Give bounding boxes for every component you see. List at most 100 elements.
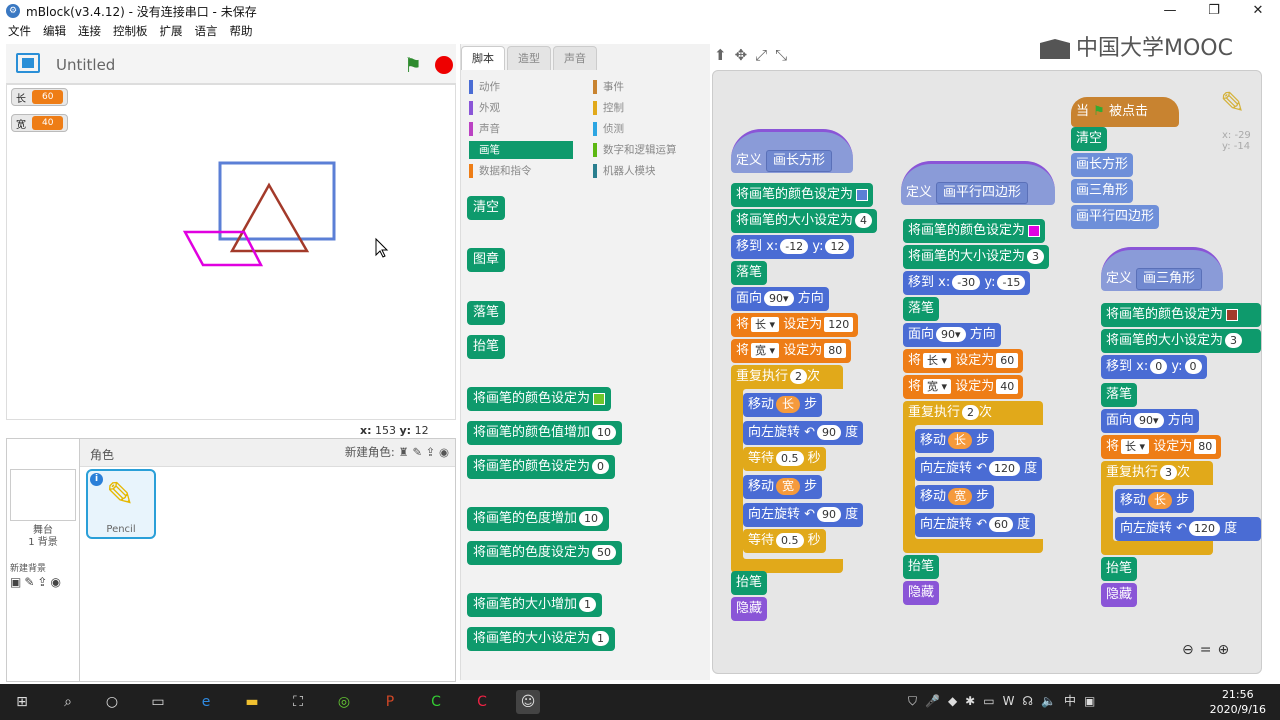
rect-goto[interactable]: 移到 x: -12 y: 12 <box>731 235 855 259</box>
palette-block-set-shade[interactable]: 将画笔的色度设定为 50 <box>467 541 623 565</box>
para-set-width[interactable]: 将宽 ▾ 设定为 40 <box>903 375 1024 399</box>
zoom-reset-icon[interactable]: = <box>1200 642 1218 658</box>
main-call-parallelogram[interactable]: 画平行四边形 <box>1071 205 1160 229</box>
tri-pen-up[interactable]: 抬笔 <box>1101 557 1138 581</box>
zoom-in-icon[interactable]: ⊕ <box>1217 642 1235 658</box>
rect-pen-down[interactable]: 落笔 <box>731 261 768 285</box>
palette-block-change-color[interactable]: 将画笔的颜色值增加 10 <box>467 421 623 445</box>
main-call-rectangle[interactable]: 画长方形 <box>1071 153 1134 177</box>
menu-connect[interactable]: 连接 <box>78 23 101 39</box>
para-hide[interactable]: 隐藏 <box>903 581 940 605</box>
sprite-card-pencil[interactable]: i ✎ Pencil <box>86 469 156 539</box>
define-triangle-block[interactable]: 定义 画三角形 <box>1101 247 1223 291</box>
para-point-direction[interactable]: 面向 90▾ 方向 <box>903 323 1001 347</box>
browser-icon[interactable]: ◎ <box>332 690 356 714</box>
cortana-icon[interactable]: ○ <box>100 690 124 714</box>
rect-pen-up[interactable]: 抬笔 <box>731 571 768 595</box>
tri-set-size[interactable]: 将画笔的大小设定为 3 <box>1101 329 1261 353</box>
edge-icon[interactable]: e <box>194 690 218 714</box>
main-call-triangle[interactable]: 画三角形 <box>1071 179 1134 203</box>
powerpoint-icon[interactable]: P <box>378 690 402 714</box>
zoom-controls[interactable]: ⊖=⊕ <box>1182 642 1235 658</box>
category-data[interactable]: 数据和指令 <box>469 162 573 180</box>
project-title[interactable]: Untitled <box>56 56 115 74</box>
rect-hide[interactable]: 隐藏 <box>731 597 768 621</box>
palette-block-change-shade[interactable]: 将画笔的色度增加 10 <box>467 507 610 531</box>
task-view-icon[interactable]: ▭ <box>146 690 170 714</box>
para-move-length[interactable]: 移动长 步 <box>915 429 995 453</box>
rect-set-color[interactable]: 将画笔的颜色设定为 <box>731 183 874 207</box>
script-area[interactable]: 定义 画长方形 将画笔的颜色设定为 将画笔的大小设定为 4 移到 x: -12 y: 1… <box>712 70 1262 674</box>
rect-wait-1[interactable]: 等待 0.5 秒 <box>743 447 826 471</box>
category-pen[interactable]: 画笔 <box>469 141 573 159</box>
rect-set-size[interactable]: 将画笔的大小设定为 4 <box>731 209 878 233</box>
para-set-size[interactable]: 将画笔的大小设定为 3 <box>903 245 1050 269</box>
menu-extensions[interactable]: 扩展 <box>160 23 183 39</box>
recorder-icon[interactable]: C <box>470 690 494 714</box>
menu-board[interactable]: 控制板 <box>113 23 148 39</box>
search-icon[interactable]: ⌕ <box>56 690 80 714</box>
para-move-width[interactable]: 移动宽 步 <box>915 485 995 509</box>
category-operators[interactable]: 数字和逻辑运算 <box>593 141 697 159</box>
file-explorer-icon[interactable]: ▬ <box>240 690 264 714</box>
para-set-color[interactable]: 将画笔的颜色设定为 <box>903 219 1046 243</box>
tab-costumes[interactable]: 造型 <box>507 46 551 70</box>
backdrop-tools[interactable]: ▣✎⇪◉ <box>10 575 64 589</box>
rect-set-width[interactable]: 将宽 ▾ 设定为 80 <box>731 339 852 363</box>
palette-block-pen-down[interactable]: 落笔 <box>467 301 506 325</box>
palette-block-stamp[interactable]: 图章 <box>467 248 506 272</box>
palette-block-pen-up[interactable]: 抬笔 <box>467 335 506 359</box>
tri-goto[interactable]: 移到 x: 0 y: 0 <box>1101 355 1207 379</box>
system-tray[interactable]: ⛉🎤◆✱▭W☊🔈中▣ <box>908 692 1103 709</box>
category-sensing[interactable]: 侦测 <box>593 120 697 138</box>
tri-point-direction[interactable]: 面向 90▾ 方向 <box>1101 409 1199 433</box>
windows-start-icon[interactable]: ⊞ <box>10 690 34 714</box>
script-toolbar[interactable]: ⬆✥⤢⤡ <box>714 46 795 64</box>
para-pen-down[interactable]: 落笔 <box>903 297 940 321</box>
mblock-icon[interactable]: ☺ <box>516 690 540 714</box>
palette-block-set-color[interactable]: 将画笔的颜色设定为 <box>467 387 612 411</box>
para-goto[interactable]: 移到 x: -30 y: -15 <box>903 271 1031 295</box>
para-turn-1[interactable]: 向左旋转 ↶ 120 度 <box>915 457 1043 481</box>
main-clear[interactable]: 清空 <box>1071 127 1108 151</box>
stop-icon[interactable] <box>435 56 453 74</box>
menu-file[interactable]: 文件 <box>8 23 31 39</box>
category-motion[interactable]: 动作 <box>469 78 573 96</box>
menu-edit[interactable]: 编辑 <box>43 23 66 39</box>
stage-canvas[interactable]: 长 60 宽 40 <box>6 84 456 420</box>
tab-scripts[interactable]: 脚本 <box>461 46 505 70</box>
palette-block-clear[interactable]: 清空 <box>467 196 506 220</box>
zoom-out-icon[interactable]: ⊖ <box>1182 642 1200 658</box>
close-button[interactable]: ✕ <box>1236 0 1280 22</box>
tri-set-color[interactable]: 将画笔的颜色设定为 <box>1101 303 1261 327</box>
tab-sounds[interactable]: 声音 <box>553 46 597 70</box>
when-flag-clicked-block[interactable]: 当 ⚑ 被点击 <box>1071 97 1179 127</box>
store-icon[interactable]: ⛶ <box>286 690 310 714</box>
new-sprite-tools[interactable]: 新建角色: ♜ ✎ ⇪ ◉ <box>345 444 449 460</box>
camtasia-icon[interactable]: C <box>424 690 448 714</box>
palette-block-change-size[interactable]: 将画笔的大小增加 1 <box>467 593 603 617</box>
menu-language[interactable]: 语言 <box>195 23 218 39</box>
clock[interactable]: 21:56 2020/9/16 <box>1210 687 1266 717</box>
category-sound[interactable]: 声音 <box>469 120 573 138</box>
rect-wait-2[interactable]: 等待 0.5 秒 <box>743 529 826 553</box>
define-parallelogram-block[interactable]: 定义 画平行四边形 <box>901 161 1055 205</box>
para-turn-2[interactable]: 向左旋转 ↶ 60 度 <box>915 513 1036 537</box>
tri-hide[interactable]: 隐藏 <box>1101 583 1138 607</box>
rect-point-direction[interactable]: 面向 90▾ 方向 <box>731 287 829 311</box>
fullscreen-icon[interactable] <box>16 53 40 73</box>
minimize-button[interactable]: — <box>1148 0 1192 22</box>
maximize-button[interactable]: ❐ <box>1192 0 1236 22</box>
green-flag-icon[interactable]: ⚑ <box>404 53 422 77</box>
tri-turn[interactable]: 向左旋转 ↶ 120 度 <box>1115 517 1261 541</box>
rect-move-width[interactable]: 移动宽 步 <box>743 475 823 499</box>
stage-thumbnail[interactable] <box>10 469 76 521</box>
category-events[interactable]: 事件 <box>593 78 697 96</box>
rect-move-length[interactable]: 移动长 步 <box>743 393 823 417</box>
info-icon[interactable]: i <box>90 473 103 486</box>
tri-pen-down[interactable]: 落笔 <box>1101 383 1138 407</box>
rect-turn-2[interactable]: 向左旋转 ↶ 90 度 <box>743 503 864 527</box>
rect-set-length[interactable]: 将长 ▾ 设定为 120 <box>731 313 859 337</box>
category-robots[interactable]: 机器人模块 <box>593 162 697 180</box>
menu-help[interactable]: 帮助 <box>230 23 253 39</box>
